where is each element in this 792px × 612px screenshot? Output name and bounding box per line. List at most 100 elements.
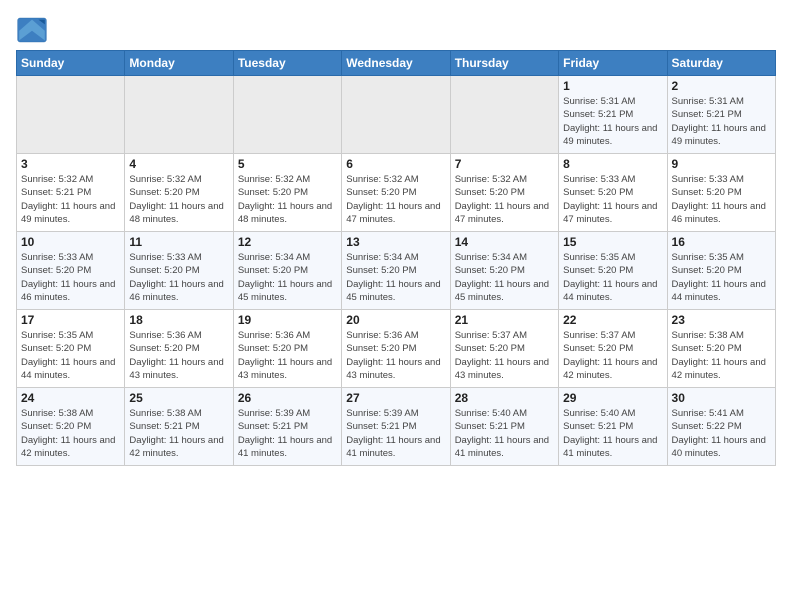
day-number: 15 [563,235,662,249]
header-day-monday: Monday [125,51,233,76]
day-number: 27 [346,391,445,405]
header-day-saturday: Saturday [667,51,775,76]
day-number: 4 [129,157,228,171]
cell-info: Sunrise: 5:33 AM Sunset: 5:20 PM Dayligh… [672,173,771,226]
calendar-cell: 9 Sunrise: 5:33 AM Sunset: 5:20 PM Daylig… [667,154,775,232]
day-number: 14 [455,235,554,249]
calendar-cell: 29 Sunrise: 5:40 AM Sunset: 5:21 PM Dayli… [559,388,667,466]
day-number: 2 [672,79,771,93]
header-day-wednesday: Wednesday [342,51,450,76]
calendar-cell: 28 Sunrise: 5:40 AM Sunset: 5:21 PM Dayli… [450,388,558,466]
cell-info: Sunrise: 5:32 AM Sunset: 5:21 PM Dayligh… [21,173,120,226]
week-row-1: 1Sunrise: 5:31 AM Sunset: 5:21 PM Daylig… [17,76,776,154]
calendar-cell: 15 Sunrise: 5:35 AM Sunset: 5:20 PM Dayli… [559,232,667,310]
day-number: 20 [346,313,445,327]
calendar-cell: 27 Sunrise: 5:39 AM Sunset: 5:21 PM Dayli… [342,388,450,466]
cell-info: Sunrise: 5:33 AM Sunset: 5:20 PM Dayligh… [21,251,120,304]
header [16,12,776,44]
day-number: 9 [672,157,771,171]
day-number: 11 [129,235,228,249]
calendar-cell: 25 Sunrise: 5:38 AM Sunset: 5:21 PM Dayli… [125,388,233,466]
calendar-cell: 17 Sunrise: 5:35 AM Sunset: 5:20 PM Dayli… [17,310,125,388]
week-row-3: 10 Sunrise: 5:33 AM Sunset: 5:20 PM Dayli… [17,232,776,310]
cell-info: Sunrise: 5:33 AM Sunset: 5:20 PM Dayligh… [563,173,662,226]
cell-info: Sunrise: 5:34 AM Sunset: 5:20 PM Dayligh… [346,251,445,304]
day-number: 30 [672,391,771,405]
day-number: 18 [129,313,228,327]
calendar-cell: 10 Sunrise: 5:33 AM Sunset: 5:20 PM Dayli… [17,232,125,310]
day-number: 3 [21,157,120,171]
day-number: 13 [346,235,445,249]
calendar-table: SundayMondayTuesdayWednesdayThursdayFrid… [16,50,776,466]
cell-info: Sunrise: 5:39 AM Sunset: 5:21 PM Dayligh… [238,407,337,460]
calendar-cell: 22 Sunrise: 5:37 AM Sunset: 5:20 PM Dayli… [559,310,667,388]
header-day-tuesday: Tuesday [233,51,341,76]
cell-info: Sunrise: 5:32 AM Sunset: 5:20 PM Dayligh… [455,173,554,226]
cell-info: Sunrise: 5:40 AM Sunset: 5:21 PM Dayligh… [455,407,554,460]
calendar-cell [233,76,341,154]
cell-info: Sunrise: 5:38 AM Sunset: 5:20 PM Dayligh… [672,329,771,382]
cell-info: Sunrise: 5:37 AM Sunset: 5:20 PM Dayligh… [563,329,662,382]
day-number: 25 [129,391,228,405]
day-number: 6 [346,157,445,171]
cell-info: Sunrise: 5:34 AM Sunset: 5:20 PM Dayligh… [238,251,337,304]
logo [16,16,52,44]
calendar-cell: 4 Sunrise: 5:32 AM Sunset: 5:20 PM Daylig… [125,154,233,232]
cell-info: Sunrise: 5:34 AM Sunset: 5:20 PM Dayligh… [455,251,554,304]
calendar-cell: 12Sunrise: 5:34 AM Sunset: 5:20 PM Dayli… [233,232,341,310]
day-number: 16 [672,235,771,249]
page-container: SundayMondayTuesdayWednesdayThursdayFrid… [0,0,792,474]
calendar-cell: 16Sunrise: 5:35 AM Sunset: 5:20 PM Dayli… [667,232,775,310]
calendar-cell: 6 Sunrise: 5:32 AM Sunset: 5:20 PM Daylig… [342,154,450,232]
day-number: 29 [563,391,662,405]
calendar-cell: 19 Sunrise: 5:36 AM Sunset: 5:20 PM Dayli… [233,310,341,388]
calendar-cell [17,76,125,154]
day-number: 28 [455,391,554,405]
header-day-sunday: Sunday [17,51,125,76]
cell-info: Sunrise: 5:36 AM Sunset: 5:20 PM Dayligh… [129,329,228,382]
cell-info: Sunrise: 5:32 AM Sunset: 5:20 PM Dayligh… [346,173,445,226]
calendar-cell: 30 Sunrise: 5:41 AM Sunset: 5:22 PM Dayli… [667,388,775,466]
cell-info: Sunrise: 5:32 AM Sunset: 5:20 PM Dayligh… [129,173,228,226]
calendar-cell: 2Sunrise: 5:31 AM Sunset: 5:21 PM Daylig… [667,76,775,154]
day-number: 10 [21,235,120,249]
calendar-header: SundayMondayTuesdayWednesdayThursdayFrid… [17,51,776,76]
cell-info: Sunrise: 5:36 AM Sunset: 5:20 PM Dayligh… [346,329,445,382]
day-number: 21 [455,313,554,327]
day-number: 5 [238,157,337,171]
calendar-cell [450,76,558,154]
day-number: 7 [455,157,554,171]
week-row-4: 17 Sunrise: 5:35 AM Sunset: 5:20 PM Dayli… [17,310,776,388]
week-row-5: 24 Sunrise: 5:38 AM Sunset: 5:20 PM Dayli… [17,388,776,466]
cell-info: Sunrise: 5:38 AM Sunset: 5:20 PM Dayligh… [21,407,120,460]
calendar-cell: 5 Sunrise: 5:32 AM Sunset: 5:20 PM Daylig… [233,154,341,232]
day-number: 19 [238,313,337,327]
day-number: 23 [672,313,771,327]
cell-info: Sunrise: 5:41 AM Sunset: 5:22 PM Dayligh… [672,407,771,460]
calendar-cell: 1Sunrise: 5:31 AM Sunset: 5:21 PM Daylig… [559,76,667,154]
cell-info: Sunrise: 5:37 AM Sunset: 5:20 PM Dayligh… [455,329,554,382]
cell-info: Sunrise: 5:35 AM Sunset: 5:20 PM Dayligh… [563,251,662,304]
week-row-2: 3 Sunrise: 5:32 AM Sunset: 5:21 PM Daylig… [17,154,776,232]
calendar-cell: 18 Sunrise: 5:36 AM Sunset: 5:20 PM Dayli… [125,310,233,388]
calendar-cell [342,76,450,154]
calendar-cell: 3 Sunrise: 5:32 AM Sunset: 5:21 PM Daylig… [17,154,125,232]
header-day-thursday: Thursday [450,51,558,76]
calendar-cell: 23 Sunrise: 5:38 AM Sunset: 5:20 PM Dayli… [667,310,775,388]
calendar-cell: 13 Sunrise: 5:34 AM Sunset: 5:20 PM Dayli… [342,232,450,310]
day-number: 17 [21,313,120,327]
cell-info: Sunrise: 5:40 AM Sunset: 5:21 PM Dayligh… [563,407,662,460]
calendar-cell: 11Sunrise: 5:33 AM Sunset: 5:20 PM Dayli… [125,232,233,310]
cell-info: Sunrise: 5:39 AM Sunset: 5:21 PM Dayligh… [346,407,445,460]
cell-info: Sunrise: 5:38 AM Sunset: 5:21 PM Dayligh… [129,407,228,460]
cell-info: Sunrise: 5:32 AM Sunset: 5:20 PM Dayligh… [238,173,337,226]
calendar-cell: 14 Sunrise: 5:34 AM Sunset: 5:20 PM Dayli… [450,232,558,310]
day-number: 1 [563,79,662,93]
calendar-cell: 7 Sunrise: 5:32 AM Sunset: 5:20 PM Daylig… [450,154,558,232]
day-number: 26 [238,391,337,405]
day-number: 22 [563,313,662,327]
cell-info: Sunrise: 5:36 AM Sunset: 5:20 PM Dayligh… [238,329,337,382]
cell-info: Sunrise: 5:35 AM Sunset: 5:20 PM Dayligh… [21,329,120,382]
day-number: 24 [21,391,120,405]
header-day-friday: Friday [559,51,667,76]
